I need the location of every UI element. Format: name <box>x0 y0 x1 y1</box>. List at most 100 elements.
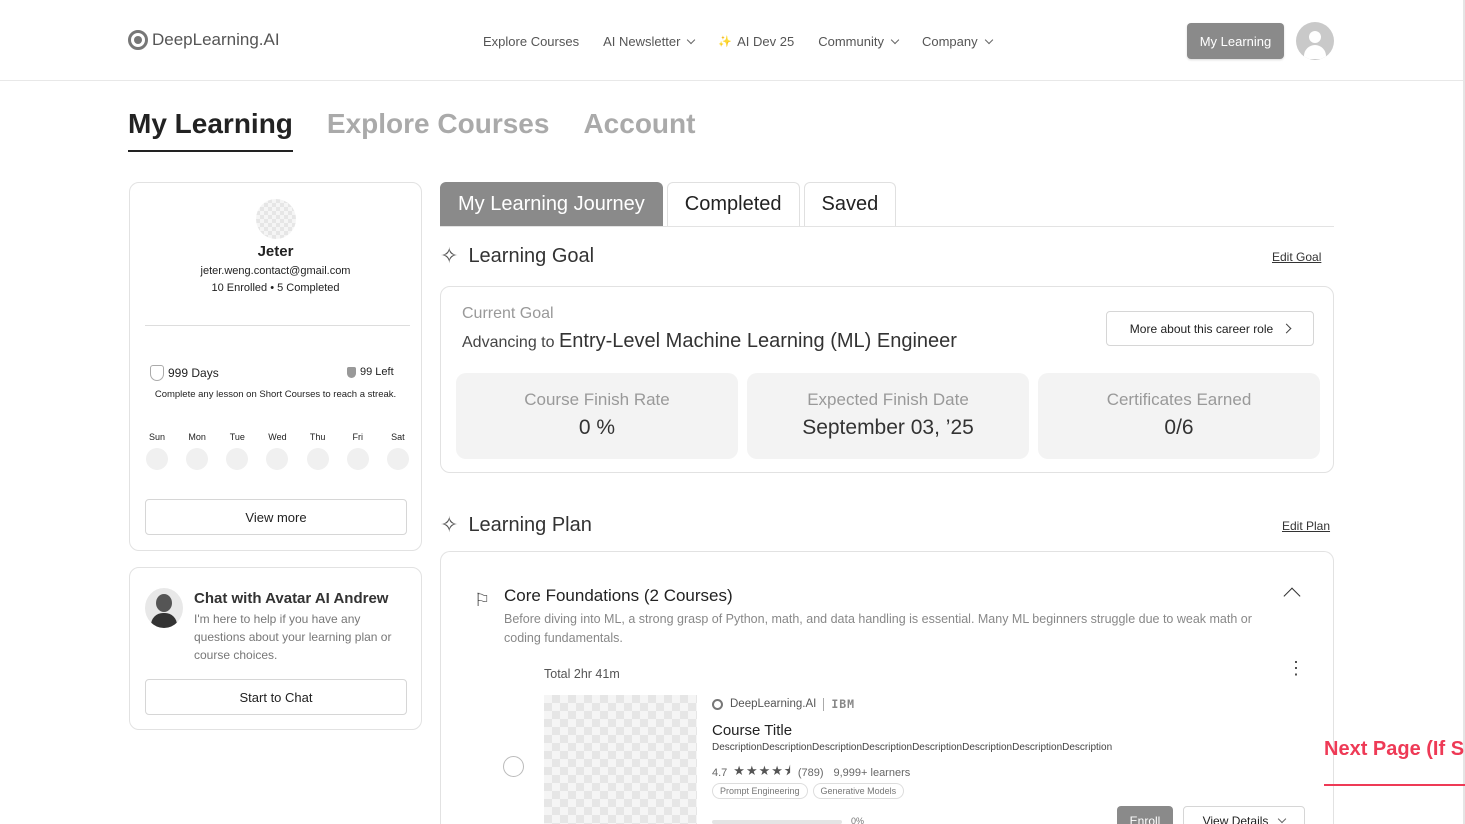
sparkle-icon: ✧ <box>440 512 459 537</box>
view-details-label: View Details <box>1202 814 1269 824</box>
tab-my-learning[interactable]: My Learning <box>128 108 293 152</box>
plan-group-description: Before diving into ML, a strong grasp of… <box>504 612 1252 645</box>
day-dot <box>386 448 409 470</box>
day-label: Mon <box>188 432 206 442</box>
logo[interactable]: DeepLearning.AI <box>128 30 280 50</box>
page-tabs: My Learning Explore Courses Account <box>128 108 695 152</box>
day-dot <box>186 448 209 470</box>
metric-finish-date: Expected Finish Date September 03, ’25 <box>747 373 1029 459</box>
metric-label: Expected Finish Date <box>807 390 969 409</box>
tab-saved[interactable]: Saved <box>803 182 897 226</box>
tag-generative-models[interactable]: Generative Models <box>812 783 905 799</box>
streak-hint: Complete any lesson on Short Courses to … <box>154 389 397 400</box>
view-more-button[interactable]: View more <box>145 499 407 535</box>
course-select-radio[interactable] <box>503 756 524 777</box>
metric-value: September 03, ’25 <box>802 416 974 439</box>
nav-company[interactable]: Company <box>921 34 993 49</box>
profile-stats: 10 Enrolled • 5 Completed <box>211 282 340 294</box>
day-label: Thu <box>309 432 326 442</box>
nav-link-label: Company <box>921 34 978 49</box>
tab-account[interactable]: Account <box>583 108 695 152</box>
day-wed: Wed <box>265 432 289 470</box>
star-rating-icon: ★★★★⯨ <box>733 763 792 778</box>
day-fri: Fri <box>346 432 370 470</box>
top-nav: DeepLearning.AI Explore Courses AI Newsl… <box>0 0 1465 81</box>
course-progress-bar <box>712 820 842 824</box>
nav-explore-courses[interactable]: Explore Courses <box>483 34 579 49</box>
profile-avatar <box>256 199 296 239</box>
streak-days: 999 Days <box>150 365 219 381</box>
nav-link-label: Explore Courses <box>483 34 580 49</box>
learning-plan-title: Learning Plan <box>468 513 592 536</box>
rating-value: 4.7 <box>712 767 728 779</box>
enroll-button[interactable]: Enroll <box>1117 806 1173 824</box>
logo-text: DeepLearning.AI <box>152 30 280 49</box>
andrew-avatar <box>145 588 183 628</box>
my-learning-button[interactable]: My Learning <box>1187 23 1284 59</box>
nav-ai-dev[interactable]: ✨ AI Dev 25 <box>718 34 794 49</box>
chevron-down-icon <box>984 35 993 44</box>
plan-total-duration: Total 2hr 41m <box>544 667 620 681</box>
chat-title: Chat with Avatar AI Andrew <box>194 590 389 607</box>
day-sun: Sun <box>145 432 169 470</box>
course-description: DescriptionDescriptionDescriptionDescrip… <box>712 742 1113 753</box>
nav-link-label: AI Newsletter <box>603 34 681 49</box>
learning-goal-title: Learning Goal <box>468 244 595 267</box>
day-label: Fri <box>352 432 364 442</box>
tab-completed[interactable]: Completed <box>666 182 800 226</box>
current-goal-label: Current Goal <box>462 305 554 322</box>
learning-goal-heading: ✧ Learning Goal <box>440 243 594 269</box>
metric-certificates: Certificates Earned 0/6 <box>1038 373 1320 459</box>
day-label: Tue <box>229 432 245 442</box>
career-role-button[interactable]: More about this career role <box>1106 311 1314 346</box>
day-label: Sun <box>148 432 165 442</box>
streak-left-label: 99 Left <box>360 366 394 378</box>
chevron-down-icon <box>890 35 900 44</box>
day-dot <box>266 448 289 470</box>
day-dot <box>306 448 329 470</box>
chat-card: Chat with Avatar AI Andrew I'm here to h… <box>129 567 422 730</box>
career-role-label: More about this career role <box>1129 321 1274 336</box>
annotation-underline <box>1324 784 1465 786</box>
day-tue: Tue <box>225 432 249 470</box>
streak-left: 99 Left <box>347 366 394 378</box>
profile-card: Jeter jeter.weng.contact@gmail.com 10 En… <box>129 182 422 551</box>
weekday-tracker: Sun Mon Tue Wed Thu Fri Sat <box>145 432 410 470</box>
day-label: Sat <box>391 432 405 442</box>
course-title[interactable]: Course Title <box>712 722 792 739</box>
metric-finish-rate: Course Finish Rate 0 % <box>456 373 738 459</box>
divider <box>823 697 825 711</box>
flag-icon: ⚐ <box>474 590 491 610</box>
profile-name: Jeter <box>257 243 294 260</box>
goal-card: Current Goal Advancing to Entry-Level Ma… <box>440 286 1334 473</box>
metric-label: Course Finish Rate <box>524 390 670 409</box>
view-details-button[interactable]: View Details <box>1183 806 1305 824</box>
learner-count: 9,999+ learners <box>833 767 911 779</box>
shield-icon <box>347 366 356 378</box>
more-options-icon[interactable]: ⋮ <box>1287 659 1305 677</box>
nav-community[interactable]: Community <box>818 34 900 49</box>
day-label: Wed <box>268 432 287 442</box>
course-thumbnail <box>544 695 697 824</box>
tab-my-learning-journey[interactable]: My Learning Journey <box>440 182 663 226</box>
start-chat-button[interactable]: Start to Chat <box>145 679 407 715</box>
plan-group-title: Core Foundations (2 Courses) <box>504 586 733 605</box>
plan-card: ⚐ Core Foundations (2 Courses) Before di… <box>440 551 1334 824</box>
deeplearning-logo-icon <box>712 698 723 710</box>
review-count: (789) <box>797 767 824 779</box>
tabs-underline <box>440 226 1334 227</box>
metric-label: Certificates Earned <box>1106 390 1252 409</box>
tab-explore-courses[interactable]: Explore Courses <box>327 108 550 152</box>
chevron-up-icon[interactable] <box>1283 587 1301 605</box>
nav-ai-newsletter[interactable]: AI Newsletter <box>603 34 696 49</box>
streak-days-label: 999 Days <box>168 366 219 380</box>
chevron-right-icon <box>1281 323 1292 334</box>
user-avatar-icon[interactable] <box>1296 22 1334 60</box>
next-page-annotation: Next Page (If S <box>1324 738 1465 760</box>
day-dot <box>146 448 168 470</box>
edit-plan-link[interactable]: Edit Plan <box>1282 519 1330 533</box>
tag-prompt-engineering[interactable]: Prompt Engineering <box>712 783 808 799</box>
edit-goal-link[interactable]: Edit Goal <box>1272 250 1321 264</box>
day-sat: Sat <box>386 432 410 470</box>
nav-link-label: Community <box>818 34 884 49</box>
